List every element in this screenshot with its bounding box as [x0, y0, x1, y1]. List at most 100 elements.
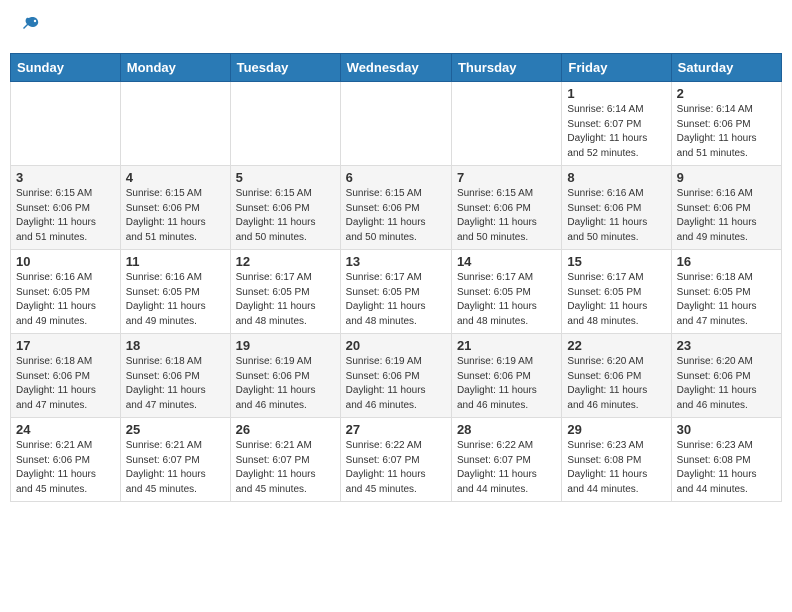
bird-icon — [18, 14, 40, 41]
day-info: Sunrise: 6:18 AM Sunset: 6:06 PM Dayligh… — [126, 355, 225, 413]
page-header — [10, 10, 782, 45]
calendar-cell: 23 Sunrise: 6:20 AM Sunset: 6:06 PM Dayli… — [671, 334, 781, 418]
day-number: 16 — [677, 254, 776, 269]
day-info: Sunrise: 6:15 AM Sunset: 6:06 PM Dayligh… — [236, 187, 335, 245]
calendar-cell: 19 Sunrise: 6:19 AM Sunset: 6:06 PM Dayli… — [230, 334, 340, 418]
day-number: 28 — [457, 422, 556, 437]
day-info: Sunrise: 6:20 AM Sunset: 6:06 PM Dayligh… — [677, 355, 776, 413]
day-info: Sunrise: 6:17 AM Sunset: 6:05 PM Dayligh… — [457, 271, 556, 329]
day-info: Sunrise: 6:15 AM Sunset: 6:06 PM Dayligh… — [16, 187, 115, 245]
calendar-cell: 21 Sunrise: 6:19 AM Sunset: 6:06 PM Dayli… — [451, 334, 561, 418]
day-info: Sunrise: 6:15 AM Sunset: 6:06 PM Dayligh… — [346, 187, 446, 245]
calendar-cell: 14Sunrise: 6:17 AM Sunset: 6:05 PM Dayli… — [451, 250, 561, 334]
calendar-header-row: SundayMondayTuesdayWednesdayThursdayFrid… — [11, 54, 782, 82]
calendar-cell: 30 Sunrise: 6:23 AM Sunset: 6:08 PM Dayli… — [671, 418, 781, 502]
calendar-cell: 2 Sunrise: 6:14 AM Sunset: 6:06 PM Daylig… — [671, 82, 781, 166]
day-info: Sunrise: 6:14 AM Sunset: 6:07 PM Dayligh… — [567, 103, 665, 161]
calendar-cell: 9 Sunrise: 6:16 AM Sunset: 6:06 PM Daylig… — [671, 166, 781, 250]
day-number: 20 — [346, 338, 446, 353]
day-number: 10 — [16, 254, 115, 269]
weekday-header-friday: Friday — [562, 54, 671, 82]
day-info: Sunrise: 6:21 AM Sunset: 6:07 PM Dayligh… — [126, 439, 225, 497]
calendar-cell: 26 Sunrise: 6:21 AM Sunset: 6:07 PM Dayli… — [230, 418, 340, 502]
calendar-cell: 7 Sunrise: 6:15 AM Sunset: 6:06 PM Daylig… — [451, 166, 561, 250]
day-info: Sunrise: 6:14 AM Sunset: 6:06 PM Dayligh… — [677, 103, 776, 161]
day-info: Sunrise: 6:17 AM Sunset: 6:05 PM Dayligh… — [567, 271, 665, 329]
day-info: Sunrise: 6:16 AM Sunset: 6:05 PM Dayligh… — [126, 271, 225, 329]
day-info: Sunrise: 6:23 AM Sunset: 6:08 PM Dayligh… — [677, 439, 776, 497]
calendar-cell: 29Sunrise: 6:23 AM Sunset: 6:08 PM Dayli… — [562, 418, 671, 502]
day-number: 12 — [236, 254, 335, 269]
calendar-week-row: 3Sunrise: 6:15 AM Sunset: 6:06 PM Daylig… — [11, 166, 782, 250]
day-number: 15 — [567, 254, 665, 269]
day-info: Sunrise: 6:21 AM Sunset: 6:07 PM Dayligh… — [236, 439, 335, 497]
weekday-header-tuesday: Tuesday — [230, 54, 340, 82]
calendar-cell: 10 Sunrise: 6:16 AM Sunset: 6:05 PM Dayli… — [11, 250, 121, 334]
calendar-cell: 11 Sunrise: 6:16 AM Sunset: 6:05 PM Dayli… — [120, 250, 230, 334]
weekday-header-monday: Monday — [120, 54, 230, 82]
day-number: 26 — [236, 422, 335, 437]
calendar-cell: 20 Sunrise: 6:19 AM Sunset: 6:06 PM Dayli… — [340, 334, 451, 418]
day-number: 25 — [126, 422, 225, 437]
day-info: Sunrise: 6:19 AM Sunset: 6:06 PM Dayligh… — [236, 355, 335, 413]
day-info: Sunrise: 6:23 AM Sunset: 6:08 PM Dayligh… — [567, 439, 665, 497]
day-info: Sunrise: 6:15 AM Sunset: 6:06 PM Dayligh… — [126, 187, 225, 245]
calendar-cell: 28 Sunrise: 6:22 AM Sunset: 6:07 PM Dayli… — [451, 418, 561, 502]
day-number: 6 — [346, 170, 446, 185]
calendar-cell: 15 Sunrise: 6:17 AM Sunset: 6:05 PM Dayli… — [562, 250, 671, 334]
calendar-cell: 13 Sunrise: 6:17 AM Sunset: 6:05 PM Dayli… — [340, 250, 451, 334]
calendar-cell: 4Sunrise: 6:15 AM Sunset: 6:06 PM Daylig… — [120, 166, 230, 250]
day-info: Sunrise: 6:16 AM Sunset: 6:06 PM Dayligh… — [567, 187, 665, 245]
day-number: 19 — [236, 338, 335, 353]
day-info: Sunrise: 6:19 AM Sunset: 6:06 PM Dayligh… — [457, 355, 556, 413]
day-number: 7 — [457, 170, 556, 185]
day-number: 27 — [346, 422, 446, 437]
weekday-header-saturday: Saturday — [671, 54, 781, 82]
day-info: Sunrise: 6:17 AM Sunset: 6:05 PM Dayligh… — [236, 271, 335, 329]
day-info: Sunrise: 6:18 AM Sunset: 6:06 PM Dayligh… — [16, 355, 115, 413]
day-info: Sunrise: 6:17 AM Sunset: 6:05 PM Dayligh… — [346, 271, 446, 329]
day-number: 5 — [236, 170, 335, 185]
day-number: 30 — [677, 422, 776, 437]
day-info: Sunrise: 6:22 AM Sunset: 6:07 PM Dayligh… — [346, 439, 446, 497]
calendar-cell: 8 Sunrise: 6:16 AM Sunset: 6:06 PM Daylig… — [562, 166, 671, 250]
day-number: 13 — [346, 254, 446, 269]
day-info: Sunrise: 6:22 AM Sunset: 6:07 PM Dayligh… — [457, 439, 556, 497]
calendar-cell: 3Sunrise: 6:15 AM Sunset: 6:06 PM Daylig… — [11, 166, 121, 250]
day-number: 9 — [677, 170, 776, 185]
day-number: 24 — [16, 422, 115, 437]
weekday-header-wednesday: Wednesday — [340, 54, 451, 82]
calendar-cell: 6 Sunrise: 6:15 AM Sunset: 6:06 PM Daylig… — [340, 166, 451, 250]
day-number: 11 — [126, 254, 225, 269]
calendar-cell — [120, 82, 230, 166]
calendar-week-row: 24 Sunrise: 6:21 AM Sunset: 6:06 PM Dayli… — [11, 418, 782, 502]
calendar-cell — [451, 82, 561, 166]
logo — [16, 14, 40, 41]
calendar-cell: 1 Sunrise: 6:14 AM Sunset: 6:07 PM Daylig… — [562, 82, 671, 166]
calendar-week-row: 1 Sunrise: 6:14 AM Sunset: 6:07 PM Daylig… — [11, 82, 782, 166]
day-info: Sunrise: 6:18 AM Sunset: 6:05 PM Dayligh… — [677, 271, 776, 329]
day-number: 21 — [457, 338, 556, 353]
calendar-cell — [11, 82, 121, 166]
day-number: 1 — [567, 86, 665, 101]
day-info: Sunrise: 6:15 AM Sunset: 6:06 PM Dayligh… — [457, 187, 556, 245]
day-info: Sunrise: 6:16 AM Sunset: 6:05 PM Dayligh… — [16, 271, 115, 329]
day-number: 8 — [567, 170, 665, 185]
day-info: Sunrise: 6:19 AM Sunset: 6:06 PM Dayligh… — [346, 355, 446, 413]
weekday-header-sunday: Sunday — [11, 54, 121, 82]
day-number: 2 — [677, 86, 776, 101]
day-number: 22 — [567, 338, 665, 353]
calendar-cell: 18 Sunrise: 6:18 AM Sunset: 6:06 PM Dayli… — [120, 334, 230, 418]
calendar-cell: 17Sunrise: 6:18 AM Sunset: 6:06 PM Dayli… — [11, 334, 121, 418]
day-number: 23 — [677, 338, 776, 353]
calendar-cell: 22Sunrise: 6:20 AM Sunset: 6:06 PM Dayli… — [562, 334, 671, 418]
calendar-week-row: 10 Sunrise: 6:16 AM Sunset: 6:05 PM Dayli… — [11, 250, 782, 334]
day-info: Sunrise: 6:21 AM Sunset: 6:06 PM Dayligh… — [16, 439, 115, 497]
calendar-cell: 5 Sunrise: 6:15 AM Sunset: 6:06 PM Daylig… — [230, 166, 340, 250]
calendar-cell — [230, 82, 340, 166]
calendar-cell: 27 Sunrise: 6:22 AM Sunset: 6:07 PM Dayli… — [340, 418, 451, 502]
day-info: Sunrise: 6:16 AM Sunset: 6:06 PM Dayligh… — [677, 187, 776, 245]
calendar-table: SundayMondayTuesdayWednesdayThursdayFrid… — [10, 53, 782, 502]
day-number: 18 — [126, 338, 225, 353]
weekday-header-thursday: Thursday — [451, 54, 561, 82]
